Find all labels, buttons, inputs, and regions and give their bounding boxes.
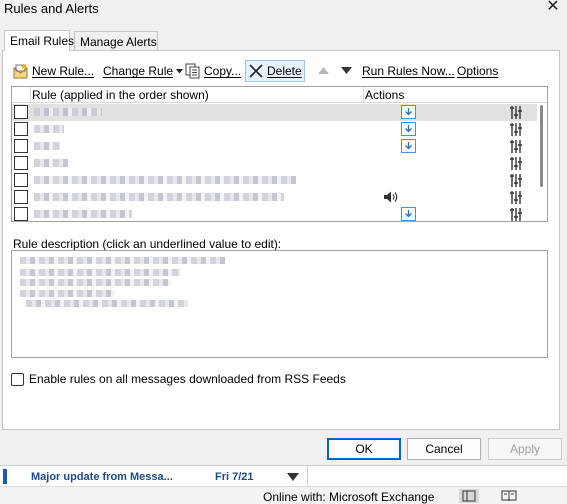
reading-view-icon[interactable] bbox=[499, 489, 519, 503]
play-sound-icon bbox=[384, 191, 398, 203]
rule-settings-icon bbox=[510, 174, 522, 187]
run-rules-now-button[interactable]: Run Rules Now... bbox=[362, 60, 455, 82]
redacted-rule-name bbox=[34, 210, 132, 218]
rule-enabled-checkbox[interactable] bbox=[14, 207, 28, 221]
copy-icon bbox=[185, 63, 200, 79]
rule-row[interactable] bbox=[12, 121, 547, 138]
copy-label: Copy... bbox=[204, 64, 242, 78]
rss-rules-checkbox[interactable] bbox=[11, 372, 24, 386]
change-rule-label: Change Rule bbox=[103, 64, 174, 78]
dropdown-arrow-icon bbox=[176, 68, 184, 73]
column-separator bbox=[363, 87, 364, 103]
rules-list-scrollbar[interactable] bbox=[537, 103, 547, 221]
rule-enabled-checkbox[interactable] bbox=[14, 190, 28, 204]
redacted-description-line bbox=[20, 290, 115, 297]
redacted-rule-name bbox=[34, 159, 68, 167]
rss-rules-option[interactable]: Enable rules on all messages downloaded … bbox=[11, 372, 346, 386]
redacted-rule-name bbox=[34, 176, 296, 184]
rules-list[interactable]: Rule (applied in the order shown) Action… bbox=[11, 86, 548, 222]
rules-list-header: Rule (applied in the order shown) Action… bbox=[12, 87, 547, 103]
options-button[interactable]: Options bbox=[457, 60, 498, 82]
rule-enabled-checkbox[interactable] bbox=[14, 173, 28, 187]
status-bar: Online with: Microsoft Exchange bbox=[0, 486, 567, 504]
rules-toolbar: New Rule... Change Rule Copy... Delete R… bbox=[11, 60, 551, 82]
move-to-folder-icon bbox=[401, 105, 416, 119]
rss-rules-label: Enable rules on all messages downloaded … bbox=[29, 372, 346, 386]
rule-row[interactable] bbox=[12, 206, 547, 221]
rule-description-box[interactable] bbox=[11, 250, 548, 358]
rules-and-alerts-dialog: Rules and Alerts ✕ Email Rules Manage Al… bbox=[0, 0, 567, 462]
email-rules-panel: New Rule... Change Rule Copy... Delete R… bbox=[2, 50, 560, 430]
redacted-rule-name bbox=[34, 108, 102, 116]
redacted-description-line bbox=[20, 279, 170, 286]
move-to-folder-icon bbox=[401, 139, 416, 153]
message-list-item[interactable]: Major update from Messa... Fri 7/21 bbox=[0, 465, 567, 487]
rule-settings-icon bbox=[510, 140, 522, 153]
titlebar: Rules and Alerts ✕ bbox=[0, 0, 567, 22]
redacted-description-line bbox=[20, 269, 180, 276]
move-to-folder-icon bbox=[401, 122, 416, 136]
column-header-actions[interactable]: Actions bbox=[365, 88, 404, 102]
redacted-rule-name bbox=[34, 125, 64, 133]
options-label: Options bbox=[457, 64, 499, 78]
message-date: Fri 7/21 bbox=[215, 471, 254, 483]
normal-view-icon[interactable] bbox=[459, 489, 479, 503]
move-up-arrow-icon[interactable] bbox=[318, 66, 329, 75]
new-rule-button[interactable]: New Rule... bbox=[13, 60, 94, 82]
delete-rule-button[interactable]: Delete bbox=[245, 60, 305, 82]
rule-enabled-checkbox[interactable] bbox=[14, 122, 28, 136]
redacted-description-line bbox=[20, 257, 225, 264]
rule-enabled-checkbox[interactable] bbox=[14, 105, 28, 119]
scrollbar-thumb[interactable] bbox=[540, 105, 543, 187]
run-rules-now-label: Run Rules Now... bbox=[362, 64, 455, 78]
cancel-button[interactable]: Cancel bbox=[407, 438, 481, 460]
pane-divider bbox=[307, 466, 308, 487]
delete-x-icon bbox=[249, 64, 263, 78]
expand-arrow-icon[interactable] bbox=[285, 470, 301, 484]
rule-row[interactable] bbox=[12, 138, 547, 155]
change-rule-button[interactable]: Change Rule bbox=[103, 60, 184, 82]
rule-row[interactable] bbox=[12, 172, 547, 189]
rule-enabled-checkbox[interactable] bbox=[14, 139, 28, 153]
rule-settings-icon bbox=[510, 123, 522, 136]
move-down-arrow-icon[interactable] bbox=[341, 66, 352, 75]
rule-settings-icon bbox=[510, 157, 522, 170]
window-title: Rules and Alerts bbox=[4, 1, 99, 16]
rule-settings-icon bbox=[510, 208, 522, 221]
tab-manage-alerts[interactable]: Manage Alerts bbox=[74, 31, 158, 51]
connection-status: Online with: Microsoft Exchange bbox=[263, 490, 435, 504]
redacted-description-line bbox=[26, 300, 188, 307]
new-rule-label: New Rule... bbox=[32, 64, 95, 78]
selection-accent bbox=[3, 469, 7, 484]
move-to-folder-icon bbox=[401, 207, 416, 221]
redacted-rule-name bbox=[34, 142, 60, 150]
rule-description-label: Rule description (click an underlined va… bbox=[13, 237, 282, 251]
rule-row[interactable] bbox=[12, 189, 547, 206]
copy-rule-button[interactable]: Copy... bbox=[185, 60, 241, 82]
apply-button[interactable]: Apply bbox=[488, 438, 562, 460]
rule-row[interactable] bbox=[12, 155, 547, 172]
ok-button[interactable]: OK bbox=[327, 438, 401, 460]
column-separator bbox=[30, 87, 31, 103]
tab-email-rules[interactable]: Email Rules bbox=[4, 30, 74, 51]
rule-enabled-checkbox[interactable] bbox=[14, 156, 28, 170]
rule-row[interactable] bbox=[12, 104, 547, 121]
redacted-rule-name bbox=[34, 193, 284, 201]
close-icon[interactable]: ✕ bbox=[545, 0, 561, 15]
message-subject: Major update from Messa... bbox=[31, 471, 173, 483]
rule-settings-icon bbox=[510, 106, 522, 119]
column-header-rule[interactable]: Rule (applied in the order shown) bbox=[32, 88, 209, 102]
rule-settings-icon bbox=[510, 191, 522, 204]
delete-label: Delete bbox=[267, 64, 302, 78]
new-rule-icon bbox=[13, 63, 28, 79]
